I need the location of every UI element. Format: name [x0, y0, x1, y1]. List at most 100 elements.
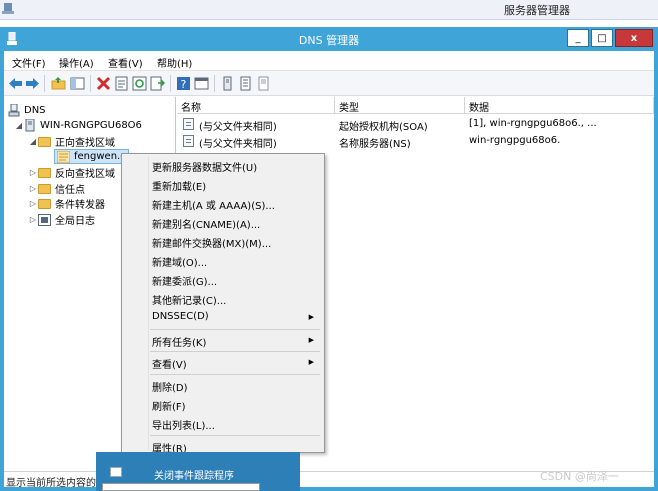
svg-text:?: ? [181, 78, 187, 91]
menu-separator [150, 329, 320, 330]
toolbar: ? [4, 71, 654, 96]
status-text: 显示当前所选内容的 [6, 478, 96, 489]
log-icon [38, 213, 51, 226]
menu-item-export-list[interactable]: 导出列表(L)... [152, 417, 215, 432]
toolbar-separator [170, 75, 171, 92]
submenu-arrow-icon: ▶ [308, 313, 314, 321]
menu-help[interactable]: 帮助(H) [157, 55, 192, 70]
menu-item-other-new-records[interactable]: 其他新记录(C)... [152, 292, 226, 307]
dns-icon [8, 104, 20, 117]
expanded-arrow-icon[interactable]: ◢ [28, 137, 38, 146]
tree-label-trust-points: 信任点 [55, 185, 85, 196]
context-menu: 更新服务器数据文件(U) 重新加载(E) 新建主机(A 或 AAAA)(S)..… [121, 153, 325, 455]
menu-item-dnssec[interactable]: DNSSEC(D) [152, 311, 209, 322]
menu-separator [150, 374, 320, 375]
tree-label-global-logs: 全局日志 [55, 216, 95, 227]
tree-item-reverse-zones[interactable]: ▷ 反向查找区域 [28, 165, 115, 180]
row-name: (与父文件夹相同) [199, 122, 277, 133]
menu-item-new-delegation[interactable]: 新建委派(G)... [152, 273, 217, 288]
menu-item-new-mail-exchanger[interactable]: 新建邮件交换器(MX)(M)... [152, 235, 271, 250]
toolbar-separator [90, 75, 91, 92]
column-header-type[interactable]: 类型 [335, 97, 465, 114]
menu-item-new-domain[interactable]: 新建域(O)... [152, 254, 207, 269]
tree-item-forward-zones[interactable]: ◢ 正向查找区域 [28, 134, 115, 149]
menu-bar: 文件(F) 操作(A) 查看(V) 帮助(H) [4, 51, 654, 71]
record-icon [183, 135, 194, 147]
taskbar-popup-text: 关闭事件跟踪程序 [154, 471, 234, 482]
forward-icon[interactable] [25, 76, 40, 91]
server-list-icon[interactable] [238, 76, 253, 91]
properties-icon[interactable] [114, 76, 129, 91]
collapsed-arrow-icon[interactable]: ▷ [28, 199, 38, 208]
expanded-arrow-icon[interactable]: ◢ [14, 121, 24, 130]
tree-label-reverse-zones: 反向查找区域 [55, 169, 115, 180]
up-folder-icon[interactable] [51, 76, 66, 91]
delete-icon[interactable] [96, 76, 111, 91]
taskbar-popup-bar [102, 483, 260, 491]
row-data: win-rgngpgu68o6. [469, 135, 561, 146]
tree-item-global-logs[interactable]: ▷ 全局日志 [28, 212, 95, 227]
menu-action[interactable]: 操作(A) [59, 55, 94, 70]
tree-item-conditional-forwarders[interactable]: ▷ 条件转发器 [28, 196, 105, 211]
client-area: 文件(F) 操作(A) 查看(V) 帮助(H) ? DNS ◢ WIN-RGNG… [4, 51, 654, 489]
server-status-icon[interactable] [256, 76, 271, 91]
menu-separator [150, 435, 320, 436]
watermark: CSDN @尚泽一 [540, 470, 619, 483]
server-icon [25, 119, 35, 132]
menu-item-update-server-data-file[interactable]: 更新服务器数据文件(U) [152, 159, 257, 174]
menu-item-all-tasks[interactable]: 所有任务(K) [152, 334, 206, 349]
tree-label-dns: DNS [24, 105, 46, 116]
row-type: 起始授权机构(SOA) [339, 122, 428, 133]
folder-icon [38, 136, 51, 147]
tree-label-server: WIN-RGNGPGU68O6 [40, 120, 142, 131]
table-row[interactable]: (与父文件夹相同) 名称服务器(NS) win-rgngpgu68o6. [177, 133, 654, 150]
table-row[interactable]: (与父文件夹相同) 起始授权机构(SOA) [1], win-rgngpgu68… [177, 116, 654, 133]
column-header-name[interactable]: 名称 [177, 97, 335, 114]
toolbar-separator [44, 75, 45, 92]
menu-item-refresh[interactable]: 刷新(F) [152, 398, 186, 413]
refresh-icon[interactable] [132, 76, 147, 91]
menu-item-delete[interactable]: 删除(D) [152, 379, 188, 394]
server-manager-icon [2, 3, 14, 14]
background-window-title: 服务器管理器 [504, 4, 570, 17]
close-button[interactable]: x [615, 29, 653, 47]
maximize-button[interactable]: □ [591, 29, 613, 47]
menu-item-new-alias[interactable]: 新建别名(CNAME)(A)... [152, 216, 260, 231]
window-title: DNS 管理器 [298, 34, 360, 47]
tree-label-conditional-forwarders: 条件转发器 [55, 200, 105, 211]
collapsed-arrow-icon[interactable]: ▷ [28, 168, 38, 177]
toolbar-separator [214, 75, 215, 92]
tree-item-dns[interactable]: DNS [8, 103, 46, 118]
collapsed-arrow-icon[interactable]: ▷ [28, 184, 38, 193]
back-icon[interactable] [8, 76, 23, 91]
folder-icon [38, 183, 51, 194]
zone-icon [57, 150, 70, 163]
tree-item-zone-selected[interactable]: fengwen.c [54, 149, 129, 164]
minimize-button[interactable]: _ [567, 29, 589, 47]
menu-gutter [148, 156, 149, 450]
menu-item-reload[interactable]: 重新加载(E) [152, 178, 206, 193]
menu-item-view[interactable]: 查看(V) [152, 356, 187, 371]
export-list-icon[interactable] [150, 76, 165, 91]
menu-file[interactable]: 文件(F) [12, 55, 46, 70]
collapsed-arrow-icon[interactable]: ▷ [28, 215, 38, 224]
column-header-data[interactable]: 数据 [465, 97, 654, 114]
submenu-arrow-icon: ▶ [308, 358, 314, 366]
tree-item-server[interactable]: ◢ WIN-RGNGPGU68O6 [14, 118, 142, 133]
title-bar[interactable]: DNS 管理器 _ □ x [0, 27, 658, 51]
console-icon[interactable] [194, 76, 209, 91]
tree-label-zone: fengwen.c [74, 151, 126, 162]
tree-label-forward-zones: 正向查找区域 [55, 138, 115, 149]
folder-icon [38, 167, 51, 178]
background-window-strip: 服务器管理器 [0, 0, 658, 20]
record-icon [183, 118, 194, 130]
server-icon[interactable] [220, 76, 235, 91]
menu-view[interactable]: 查看(V) [108, 55, 143, 70]
row-data: [1], win-rgngpgu68o6., ... [469, 118, 597, 129]
row-name: (与父文件夹相同) [199, 139, 277, 150]
help-icon[interactable]: ? [176, 76, 191, 91]
menu-item-new-host[interactable]: 新建主机(A 或 AAAA)(S)... [152, 197, 275, 212]
show-hide-tree-icon[interactable] [70, 76, 85, 91]
submenu-arrow-icon: ▶ [308, 336, 314, 344]
tree-item-trust-points[interactable]: ▷ 信任点 [28, 181, 85, 196]
